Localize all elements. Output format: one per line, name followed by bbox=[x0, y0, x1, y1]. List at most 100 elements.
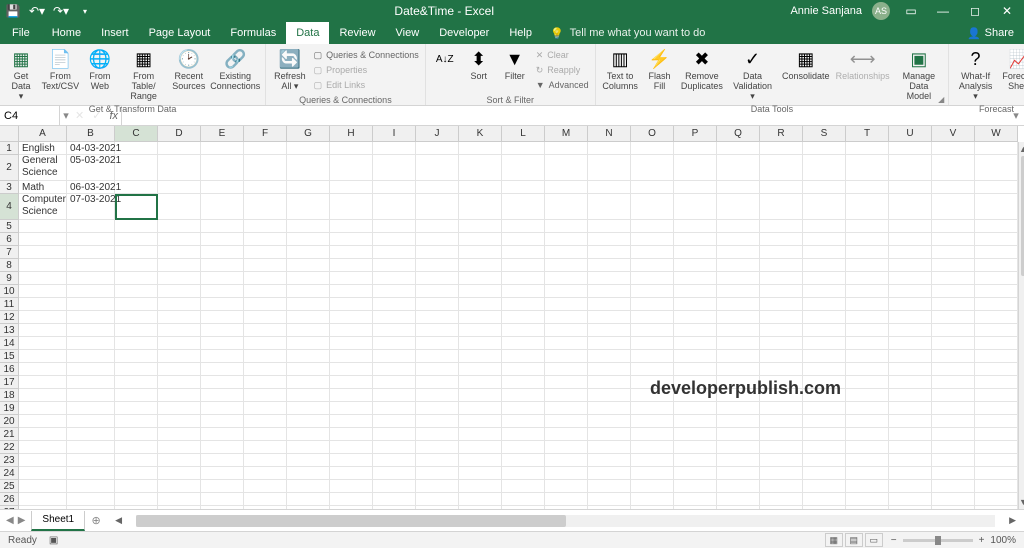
cell-U24[interactable] bbox=[889, 467, 932, 480]
cell-S19[interactable] bbox=[803, 402, 846, 415]
cell-E25[interactable] bbox=[201, 480, 244, 493]
cell-V15[interactable] bbox=[932, 350, 975, 363]
cell-G27[interactable] bbox=[287, 506, 330, 509]
cell-B27[interactable] bbox=[67, 506, 115, 509]
cell-M8[interactable] bbox=[545, 259, 588, 272]
cell-A9[interactable] bbox=[19, 272, 67, 285]
row-header[interactable]: 25 bbox=[0, 480, 19, 493]
cell-F2[interactable] bbox=[244, 155, 287, 181]
cell-A5[interactable] bbox=[19, 220, 67, 233]
cell-O8[interactable] bbox=[631, 259, 674, 272]
cell-B4[interactable]: 07-03-2021 bbox=[67, 194, 115, 220]
cell-B8[interactable] bbox=[67, 259, 115, 272]
col-header-R[interactable]: R bbox=[760, 126, 803, 142]
cell-H21[interactable] bbox=[330, 428, 373, 441]
cell-T1[interactable] bbox=[846, 142, 889, 155]
cell-M6[interactable] bbox=[545, 233, 588, 246]
cell-O15[interactable] bbox=[631, 350, 674, 363]
cell-K25[interactable] bbox=[459, 480, 502, 493]
row-header[interactable]: 18 bbox=[0, 389, 19, 402]
cell-J8[interactable] bbox=[416, 259, 459, 272]
cell-N1[interactable] bbox=[588, 142, 631, 155]
cell-C13[interactable] bbox=[115, 324, 158, 337]
cell-N21[interactable] bbox=[588, 428, 631, 441]
cell-V5[interactable] bbox=[932, 220, 975, 233]
col-header-F[interactable]: F bbox=[244, 126, 287, 142]
cell-D19[interactable] bbox=[158, 402, 201, 415]
cell-E2[interactable] bbox=[201, 155, 244, 181]
cell-K19[interactable] bbox=[459, 402, 502, 415]
cell-S24[interactable] bbox=[803, 467, 846, 480]
tab-help[interactable]: Help bbox=[499, 22, 542, 44]
cell-E9[interactable] bbox=[201, 272, 244, 285]
cell-J2[interactable] bbox=[416, 155, 459, 181]
cell-T2[interactable] bbox=[846, 155, 889, 181]
cell-N14[interactable] bbox=[588, 337, 631, 350]
cell-J23[interactable] bbox=[416, 454, 459, 467]
close-icon[interactable]: ✕ bbox=[996, 0, 1018, 22]
tab-view[interactable]: View bbox=[386, 22, 430, 44]
cell-U9[interactable] bbox=[889, 272, 932, 285]
cell-O11[interactable] bbox=[631, 298, 674, 311]
cell-L22[interactable] bbox=[502, 441, 545, 454]
from-web-button[interactable]: 🌐From Web bbox=[83, 46, 117, 93]
cell-J24[interactable] bbox=[416, 467, 459, 480]
cell-V22[interactable] bbox=[932, 441, 975, 454]
cell-D10[interactable] bbox=[158, 285, 201, 298]
cell-W15[interactable] bbox=[975, 350, 1018, 363]
cell-O19[interactable] bbox=[631, 402, 674, 415]
cell-R4[interactable] bbox=[760, 194, 803, 220]
cell-A10[interactable] bbox=[19, 285, 67, 298]
cell-I6[interactable] bbox=[373, 233, 416, 246]
cell-V7[interactable] bbox=[932, 246, 975, 259]
cell-D26[interactable] bbox=[158, 493, 201, 506]
cell-C10[interactable] bbox=[115, 285, 158, 298]
cell-F27[interactable] bbox=[244, 506, 287, 509]
cell-D12[interactable] bbox=[158, 311, 201, 324]
cell-O17[interactable] bbox=[631, 376, 674, 389]
cell-P1[interactable] bbox=[674, 142, 717, 155]
cell-G23[interactable] bbox=[287, 454, 330, 467]
cell-C19[interactable] bbox=[115, 402, 158, 415]
cell-M26[interactable] bbox=[545, 493, 588, 506]
redo-icon[interactable]: ↷▾ bbox=[54, 4, 68, 18]
row-header[interactable]: 7 bbox=[0, 246, 19, 259]
cell-N6[interactable] bbox=[588, 233, 631, 246]
cell-L6[interactable] bbox=[502, 233, 545, 246]
cell-V26[interactable] bbox=[932, 493, 975, 506]
cell-J13[interactable] bbox=[416, 324, 459, 337]
cell-B24[interactable] bbox=[67, 467, 115, 480]
cell-E26[interactable] bbox=[201, 493, 244, 506]
cell-H7[interactable] bbox=[330, 246, 373, 259]
cell-Q17[interactable] bbox=[717, 376, 760, 389]
cell-F12[interactable] bbox=[244, 311, 287, 324]
cell-A25[interactable] bbox=[19, 480, 67, 493]
cell-G21[interactable] bbox=[287, 428, 330, 441]
cell-G25[interactable] bbox=[287, 480, 330, 493]
cell-S27[interactable] bbox=[803, 506, 846, 509]
cell-V16[interactable] bbox=[932, 363, 975, 376]
cell-L20[interactable] bbox=[502, 415, 545, 428]
cell-H2[interactable] bbox=[330, 155, 373, 181]
sort-button[interactable]: ⬍Sort bbox=[462, 46, 496, 83]
cell-G17[interactable] bbox=[287, 376, 330, 389]
cell-K15[interactable] bbox=[459, 350, 502, 363]
cell-K6[interactable] bbox=[459, 233, 502, 246]
cell-E10[interactable] bbox=[201, 285, 244, 298]
cell-Q1[interactable] bbox=[717, 142, 760, 155]
cell-T5[interactable] bbox=[846, 220, 889, 233]
cell-U15[interactable] bbox=[889, 350, 932, 363]
cell-J7[interactable] bbox=[416, 246, 459, 259]
cell-G6[interactable] bbox=[287, 233, 330, 246]
cell-M9[interactable] bbox=[545, 272, 588, 285]
cell-G11[interactable] bbox=[287, 298, 330, 311]
cell-E3[interactable] bbox=[201, 181, 244, 194]
cell-N12[interactable] bbox=[588, 311, 631, 324]
cell-F10[interactable] bbox=[244, 285, 287, 298]
cell-K13[interactable] bbox=[459, 324, 502, 337]
cell-F26[interactable] bbox=[244, 493, 287, 506]
cell-I7[interactable] bbox=[373, 246, 416, 259]
cell-J16[interactable] bbox=[416, 363, 459, 376]
cell-V3[interactable] bbox=[932, 181, 975, 194]
cell-Q2[interactable] bbox=[717, 155, 760, 181]
